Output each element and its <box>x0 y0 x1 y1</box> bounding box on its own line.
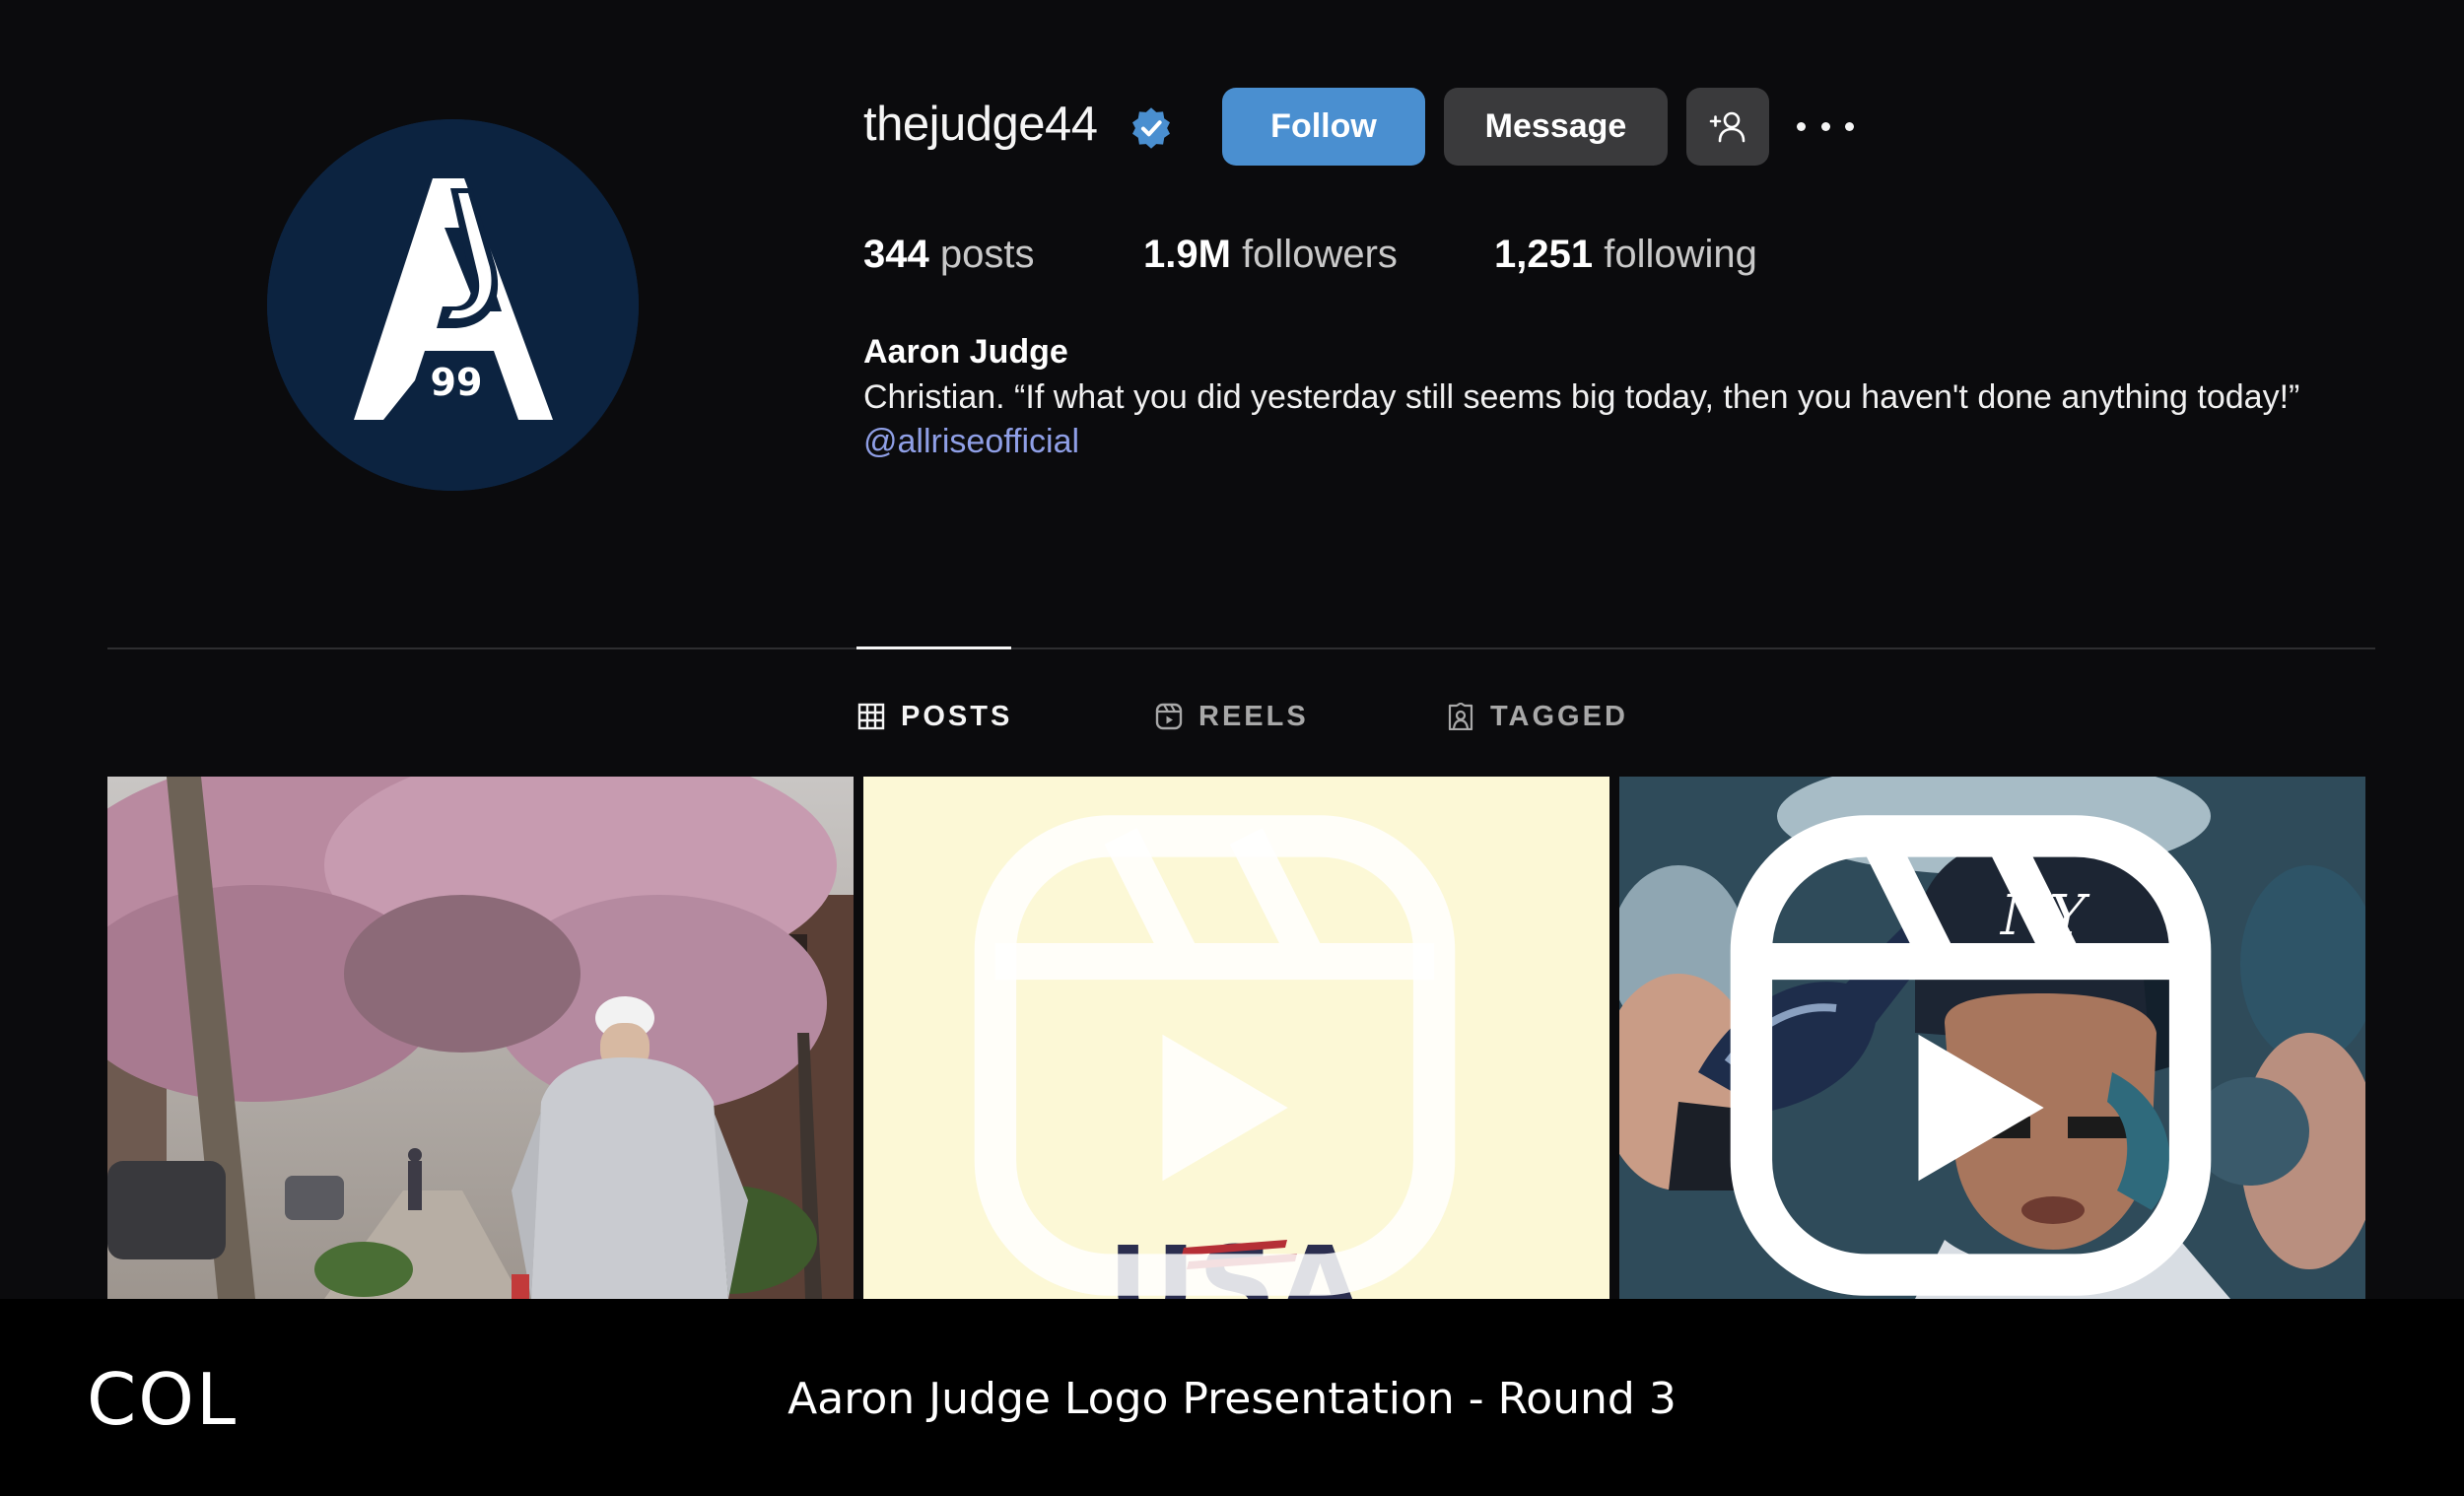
tab-tagged-label: TAGGED <box>1490 700 1628 732</box>
reels-icon <box>1155 703 1183 730</box>
posts-count-label: posts <box>939 233 1035 276</box>
follow-button[interactable]: Follow <box>1222 88 1425 166</box>
tab-posts-label: POSTS <box>901 700 1013 732</box>
grid-icon <box>857 703 885 730</box>
posts-count-value: 344 <box>863 233 929 276</box>
tagged-icon <box>1448 703 1473 730</box>
bio-body: Christian. “If what you did yesterday st… <box>863 378 2300 416</box>
aj99-logo: 99 <box>267 119 639 491</box>
reel-icon <box>1730 815 2212 1296</box>
dot <box>1797 121 1806 131</box>
following-count-label: following <box>1604 233 1757 276</box>
post-tile[interactable]: NY <box>1619 777 2365 1299</box>
dot <box>1845 121 1854 131</box>
profile-username: thejudge44 <box>863 98 1098 151</box>
following-count-value: 1,251 <box>1494 233 1594 276</box>
tab-reels[interactable]: REELS <box>1155 698 1309 735</box>
followers-count[interactable]: 1.9M followers <box>1143 233 1398 277</box>
tabs-divider <box>107 647 2375 649</box>
posts-count: 344 posts <box>863 233 1034 277</box>
followers-count-value: 1.9M <box>1143 233 1231 276</box>
avatar-logo-number: 99 <box>431 361 483 404</box>
add-user-icon <box>1709 111 1745 142</box>
reel-icon <box>974 815 1456 1296</box>
verified-badge-icon <box>1132 107 1170 149</box>
message-button[interactable]: Message <box>1444 88 1668 166</box>
more-options-icon[interactable] <box>1797 106 1854 146</box>
post-tile[interactable]: USA <box>863 777 1609 1299</box>
following-count[interactable]: 1,251 following <box>1494 233 1757 277</box>
profile-avatar[interactable]: 99 <box>267 119 639 491</box>
followers-count-label: followers <box>1242 233 1398 276</box>
tab-tagged[interactable]: TAGGED <box>1447 698 1628 735</box>
post-photo-street <box>107 777 854 1299</box>
footer-caption: Aaron Judge Logo Presentation - Round 3 <box>787 1374 1677 1424</box>
tab-posts[interactable]: POSTS <box>857 698 1012 735</box>
bio-text: Christian. “If what you did yesterday st… <box>863 375 2302 464</box>
dot <box>1820 121 1830 131</box>
active-tab-indicator <box>856 646 1011 649</box>
bio-full-name: Aaron Judge <box>863 333 1068 371</box>
bio-mention-link[interactable]: @allriseofficial <box>863 423 1079 460</box>
suggest-user-button[interactable] <box>1686 88 1769 166</box>
post-tile[interactable] <box>107 777 854 1299</box>
profile-screen: 99 thejudge44 Follow Message 344 posts 1… <box>0 0 2464 1299</box>
tab-reels-label: REELS <box>1198 700 1309 732</box>
